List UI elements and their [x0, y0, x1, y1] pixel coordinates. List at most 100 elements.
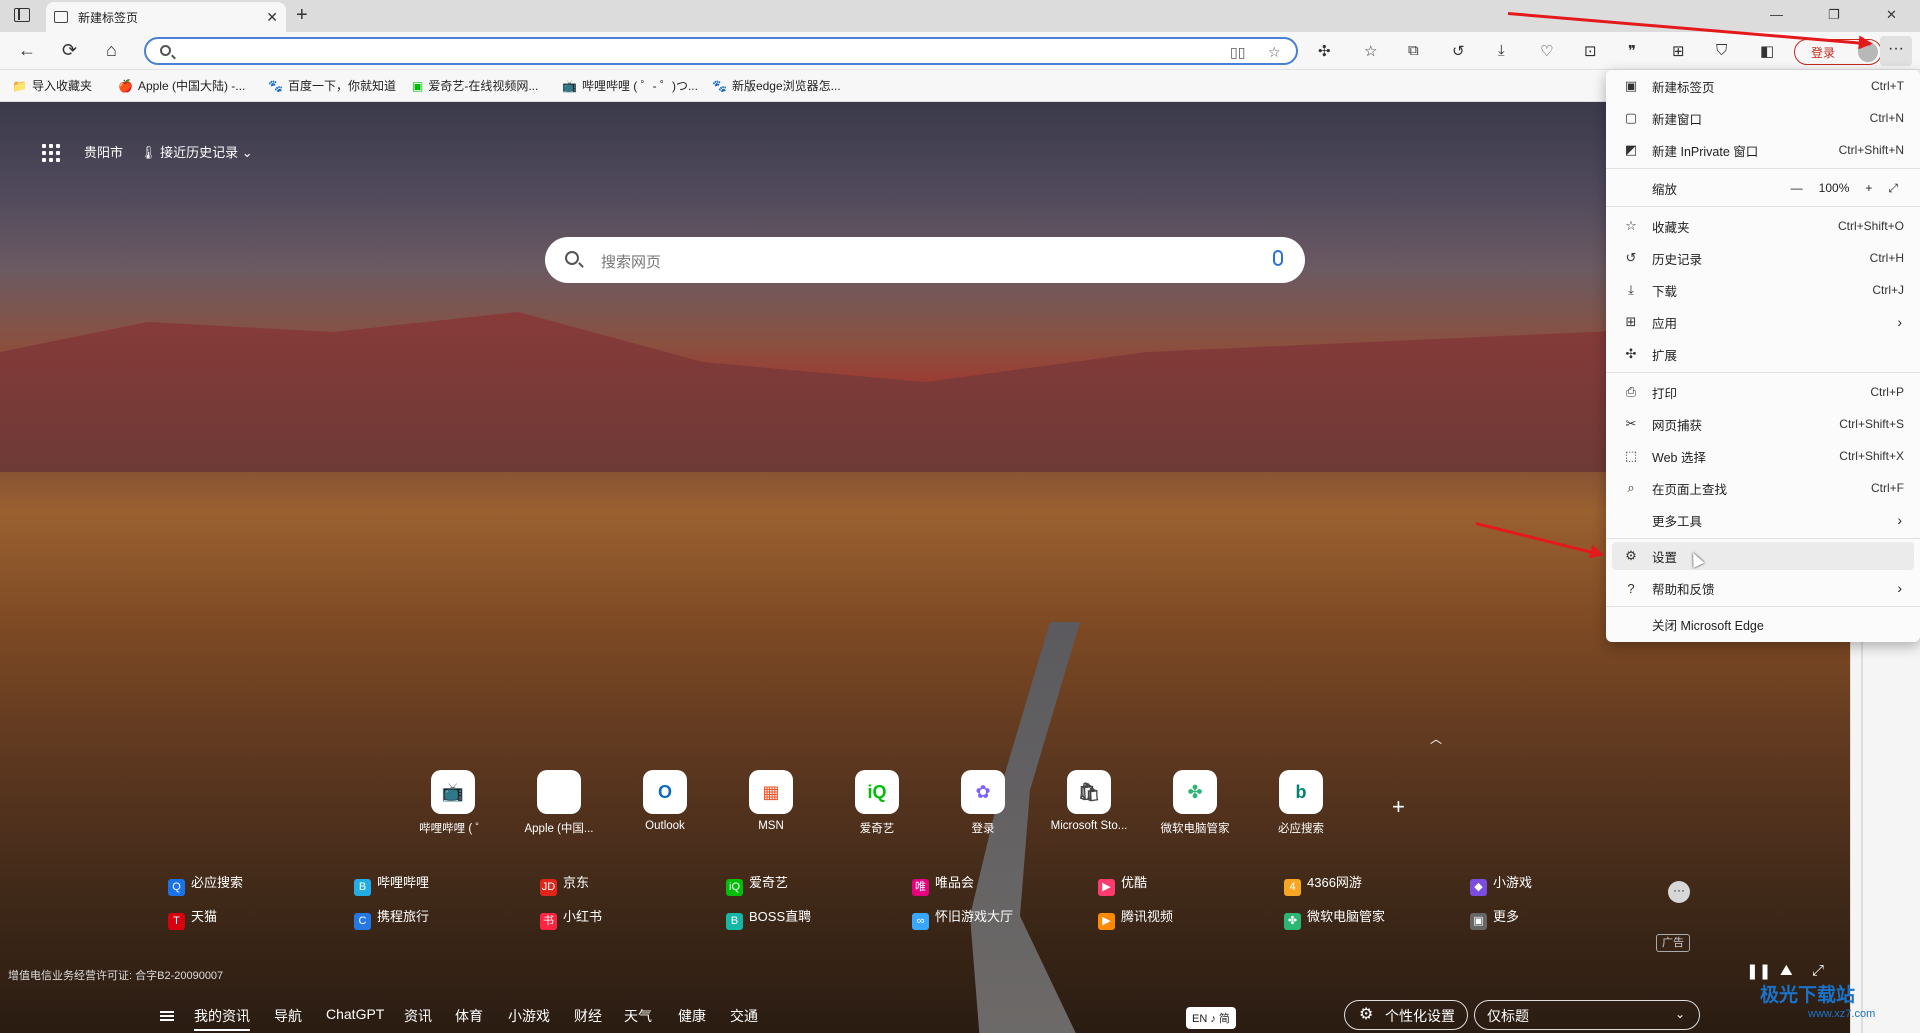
quick-link[interactable]: ▦ MSN — [723, 770, 819, 832]
language-switch[interactable]: EN ♪ 简 — [1186, 1007, 1236, 1029]
add-quick-link-button[interactable]: + — [1392, 794, 1405, 820]
history-icon[interactable]: ↺ — [1452, 42, 1465, 60]
bookmark-apple[interactable]: 🍎 Apple (中国大陆) -... — [118, 77, 245, 94]
quick-link[interactable]: 📺 哔哩哔哩 ( ゜ — [405, 770, 501, 836]
site-link[interactable]: B 哔哩哔哩 — [354, 872, 429, 896]
settings-and-more-button[interactable]: ··· — [1880, 36, 1912, 66]
quick-link[interactable]: 🛍 Microsoft Sto... — [1041, 770, 1137, 832]
site-link[interactable]: ▶ 腾讯视频 — [1098, 906, 1173, 930]
menu-new-inprivate[interactable]: ◩ 新建 InPrivate 窗口 Ctrl+Shift+N — [1612, 136, 1914, 164]
news-tab[interactable]: 天气 — [624, 1006, 652, 1026]
screenshot-icon[interactable]: ⊡ — [1584, 42, 1597, 60]
favorites-icon[interactable]: ☆ — [1364, 42, 1377, 60]
menu-settings[interactable]: ⚙ 设置 — [1612, 542, 1914, 570]
menu-web-capture[interactable]: ✂ 网页捕获 Ctrl+Shift+S — [1612, 410, 1914, 438]
sidebar-toggle-icon[interactable]: ◧ — [1760, 42, 1774, 60]
bookmark-import[interactable]: 📁 导入收藏夹 — [12, 77, 92, 94]
bookmark-edge-guide[interactable]: 🐾 新版edge浏览器怎... — [712, 77, 841, 94]
collapse-chevron-icon[interactable]: ︿ — [1430, 730, 1442, 747]
menu-print[interactable]: ⎙ 打印 Ctrl+P — [1612, 378, 1914, 406]
site-link[interactable]: B BOSS直聘 — [726, 906, 811, 930]
download-icon[interactable]: ⤓ — [1498, 42, 1505, 59]
menu-icon[interactable] — [160, 1011, 174, 1021]
menu-close-edge[interactable]: 关闭 Microsoft Edge — [1612, 610, 1914, 638]
menu-favorites[interactable]: ☆ 收藏夹 Ctrl+Shift+O — [1612, 212, 1914, 240]
minimize-button[interactable]: — — [1770, 7, 1783, 22]
menu-find[interactable]: ⌕ 在页面上查找 Ctrl+F — [1612, 474, 1914, 502]
zoom-in-button[interactable]: + — [1865, 181, 1872, 195]
news-tab[interactable]: 健康 — [678, 1006, 706, 1026]
quote-icon[interactable]: ❞ — [1628, 42, 1636, 60]
browser-essentials-icon[interactable]: ⛉ — [1716, 42, 1727, 59]
news-tab[interactable]: 资讯 — [404, 1006, 432, 1026]
apps-icon[interactable]: ⊞ — [1672, 42, 1685, 60]
fullscreen-button[interactable]: ⤢ — [1888, 181, 1898, 196]
restore-button[interactable]: ❐ — [1828, 7, 1840, 23]
pause-icon[interactable]: ❚❚ — [1746, 962, 1771, 980]
menu-new-tab[interactable]: ▣ 新建标签页 Ctrl+T — [1612, 72, 1914, 100]
weather-city[interactable]: 贵阳市 — [84, 142, 123, 161]
quick-link[interactable]: ✿ 登录 — [935, 770, 1031, 836]
site-link[interactable]: C 携程旅行 — [354, 906, 429, 930]
quick-link[interactable]: O Outlook — [617, 770, 713, 832]
quick-link[interactable]: iQ 爱奇艺 — [829, 770, 925, 836]
site-link[interactable]: T 天猫 — [168, 906, 217, 930]
menu-apps[interactable]: ⊞ 应用 › — [1612, 308, 1914, 336]
image-info-icon[interactable]: ⛰ — [1780, 962, 1793, 979]
news-tab[interactable]: 小游戏 — [508, 1006, 550, 1026]
menu-help[interactable]: ? 帮助和反馈 › — [1612, 574, 1914, 602]
site-link[interactable]: 书小红书 — [540, 906, 602, 930]
tab-close-icon[interactable]: ✕ — [266, 9, 278, 26]
performance-icon[interactable]: ♡ — [1540, 42, 1553, 60]
menu-more-tools[interactable]: 更多工具 › — [1612, 506, 1914, 534]
news-tab[interactable]: 体育 — [455, 1006, 483, 1026]
quick-link[interactable]: ✤ 微软电脑管家 — [1147, 770, 1243, 836]
zoom-out-button[interactable]: — — [1791, 181, 1803, 195]
headline-mode-select[interactable]: 仅标题 ⌄ — [1474, 1000, 1700, 1030]
reading-view-icon[interactable]: ▯▯ — [1230, 44, 1245, 61]
extensions-puzzle-icon[interactable]: ✣ — [1318, 42, 1331, 60]
add-favorite-icon[interactable]: ☆ — [1268, 44, 1281, 61]
address-bar[interactable]: ▯▯ ☆ — [144, 37, 1298, 65]
quick-link[interactable]: Apple (中国... — [511, 770, 607, 836]
bookmark-baidu[interactable]: 🐾 百度一下，你就知道 — [268, 77, 396, 94]
news-tab[interactable]: 交通 — [730, 1006, 758, 1026]
site-link[interactable]: ✤ 微软电脑管家 — [1284, 906, 1385, 930]
personalize-button[interactable]: ⚙ 个性化设置 — [1344, 1000, 1468, 1030]
news-tab[interactable]: ChatGPT — [326, 1006, 384, 1022]
site-link[interactable]: JD 京东 — [540, 872, 589, 896]
site-link[interactable]: iQ 爱奇艺 — [726, 872, 788, 896]
site-link[interactable]: 唯唯品会 — [912, 872, 974, 896]
site-link[interactable]: ▣ 更多 — [1470, 906, 1519, 930]
new-tab-button[interactable]: + — [296, 4, 308, 27]
site-link[interactable]: ∞ 怀旧游戏大厅 — [912, 906, 1013, 930]
home-button[interactable]: ⌂ — [106, 40, 117, 61]
tab-new-tab[interactable]: 新建标签页 ✕ — [46, 2, 286, 32]
license-text[interactable]: 增值电信业务经营许可证: 合字B2-20090007 — [8, 967, 223, 983]
tab-actions-icon[interactable] — [14, 8, 30, 22]
menu-downloads[interactable]: ⤓ 下载 Ctrl+J — [1612, 276, 1914, 304]
back-button[interactable]: ← — [18, 40, 36, 61]
microphone-icon[interactable] — [1273, 250, 1283, 266]
fullscreen-icon[interactable]: ⤢ — [1812, 962, 1824, 979]
panel-more-button[interactable]: ··· — [1668, 881, 1690, 903]
site-link[interactable]: ▶ 优酷 — [1098, 872, 1147, 896]
bookmark-bilibili[interactable]: 📺 哔哩哔哩 ( ゜- ゜)つ... — [562, 77, 698, 94]
app-launcher-icon[interactable] — [42, 144, 60, 162]
refresh-button[interactable]: ⟳ — [62, 40, 77, 61]
menu-extensions[interactable]: ✣ 扩展 — [1612, 340, 1914, 368]
bookmark-iqiyi[interactable]: ▣ 爱奇艺-在线视频网... — [412, 77, 538, 94]
site-link[interactable]: 4 4366网游 — [1284, 872, 1362, 896]
news-tab[interactable]: 财经 — [574, 1006, 602, 1026]
weather-history[interactable]: 🌡 接近历史记录 ⌄ — [140, 142, 253, 161]
menu-web-select[interactable]: ⬚ Web 选择 Ctrl+Shift+X — [1612, 442, 1914, 470]
menu-new-window[interactable]: ▢ 新建窗口 Ctrl+N — [1612, 104, 1914, 132]
web-search-box[interactable]: 搜索网页 — [545, 237, 1305, 283]
site-link[interactable]: ◆ 小游戏 — [1470, 872, 1532, 896]
menu-history[interactable]: ↺ 历史记录 Ctrl+H — [1612, 244, 1914, 272]
collections-icon[interactable]: ⧉ — [1408, 42, 1419, 59]
close-window-button[interactable]: ✕ — [1886, 7, 1897, 23]
news-tab[interactable]: 导航 — [274, 1006, 302, 1026]
quick-link[interactable]: b 必应搜索 — [1253, 770, 1349, 836]
site-link[interactable]: Q 必应搜索 — [168, 872, 243, 896]
